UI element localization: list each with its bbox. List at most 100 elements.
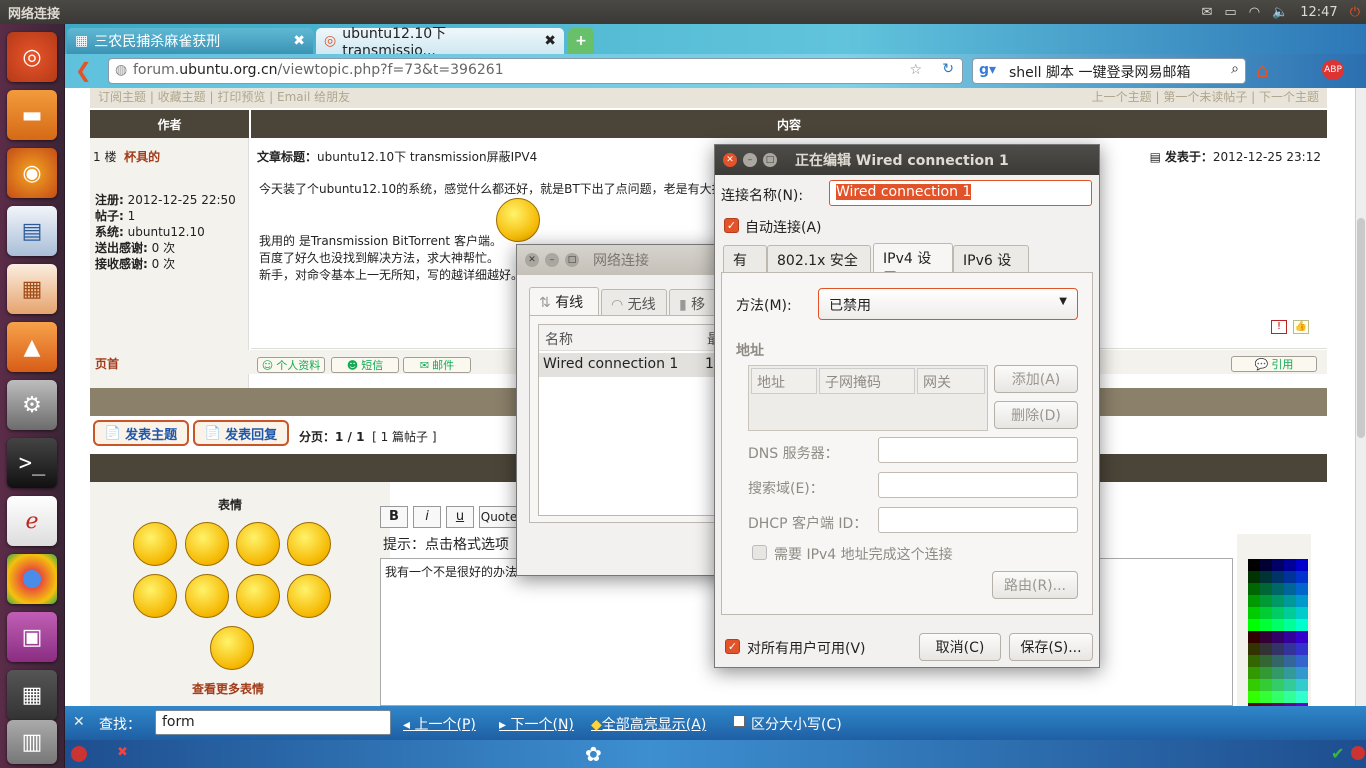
color-swatch[interactable] [1248, 583, 1260, 595]
color-swatch[interactable] [1284, 607, 1296, 619]
writer-icon[interactable]: ▤ [7, 206, 57, 256]
dhcp-client-id-field[interactable] [878, 507, 1078, 533]
color-swatch[interactable] [1296, 607, 1308, 619]
minimize-icon[interactable]: – [743, 153, 757, 167]
color-swatch[interactable] [1296, 571, 1308, 583]
color-swatch[interactable] [1272, 643, 1284, 655]
color-swatch[interactable] [1296, 655, 1308, 667]
color-swatch[interactable] [1248, 619, 1260, 631]
color-swatch[interactable] [1260, 607, 1272, 619]
color-swatch[interactable] [1284, 679, 1296, 691]
find-next-button[interactable]: ▸ 下一个(N) [499, 714, 574, 734]
color-swatch[interactable] [1248, 691, 1260, 703]
color-swatch[interactable] [1284, 631, 1296, 643]
workspace-switcher-icon[interactable]: ▦ [7, 670, 57, 720]
find-previous-button[interactable]: ◂ 上一个(P) [403, 714, 476, 734]
color-swatch[interactable] [1248, 559, 1260, 571]
color-swatch[interactable] [1248, 643, 1260, 655]
url-bar[interactable]: ◍ forum.ubuntu.org.cn/viewtopic.php?f=73… [108, 58, 963, 84]
author-name[interactable]: 杯具的 [124, 150, 160, 164]
delete-address-button[interactable]: 删除(D) [994, 401, 1078, 429]
color-swatch[interactable] [1248, 631, 1260, 643]
connection-list[interactable]: 名称最 Wired connection 11 [538, 324, 735, 516]
sweat-emoticon-icon[interactable] [185, 574, 229, 618]
color-swatch[interactable] [1272, 559, 1284, 571]
color-swatch[interactable] [1296, 583, 1308, 595]
color-swatch[interactable] [1272, 679, 1284, 691]
color-swatch[interactable] [1296, 631, 1308, 643]
thanks-icon[interactable]: 👍 [1293, 320, 1309, 334]
color-palette[interactable] [1248, 559, 1308, 715]
maximize-icon[interactable]: □ [565, 253, 579, 267]
trash-icon[interactable]: ▥ [7, 720, 57, 764]
search-icon[interactable]: ⌕ [1231, 61, 1239, 77]
chuckle-emoticon-icon[interactable] [287, 574, 331, 618]
color-swatch[interactable] [1260, 691, 1272, 703]
minimize-icon[interactable]: – [545, 253, 559, 267]
color-swatch[interactable] [1272, 691, 1284, 703]
search-domains-field[interactable] [878, 472, 1078, 498]
close-icon[interactable]: ✖ [293, 33, 305, 49]
color-swatch[interactable] [1284, 583, 1296, 595]
email-button[interactable]: ✉ 邮件 [403, 357, 471, 373]
color-swatch[interactable] [1284, 655, 1296, 667]
color-swatch[interactable] [1296, 559, 1308, 571]
color-swatch[interactable] [1296, 691, 1308, 703]
post-reply-button[interactable]: 📄 发表回复 [193, 420, 289, 446]
italic-button[interactable]: i [413, 506, 441, 528]
tab-8021x-security[interactable]: 802.1x 安全性 [767, 245, 871, 289]
connection-name-field[interactable]: Wired connection 1 [829, 180, 1092, 206]
match-case-checkbox[interactable] [733, 715, 745, 727]
pm-button[interactable]: ☻ 短信 [331, 357, 399, 373]
grin-emoticon-icon[interactable] [236, 574, 280, 618]
color-swatch[interactable] [1296, 595, 1308, 607]
close-icon[interactable]: ✕ [73, 714, 85, 730]
wink-tongue-emoticon-icon[interactable] [185, 522, 229, 566]
home-icon[interactable]: ⌂ [1256, 58, 1269, 82]
save-button[interactable]: 保存(S)... [1009, 633, 1093, 661]
maximize-icon[interactable]: □ [763, 153, 777, 167]
tab-wired-settings[interactable]: 有线 [723, 245, 767, 289]
software-center-icon[interactable]: ▲ [7, 322, 57, 372]
remote-desktop-icon[interactable]: ▣ [7, 612, 57, 662]
clock[interactable]: 12:47 [1300, 5, 1337, 20]
underline-button[interactable]: u [446, 506, 474, 528]
highlight-all-button[interactable]: ◆全部高亮显示(A) [591, 714, 706, 734]
reload-icon[interactable]: ↻ [942, 61, 954, 77]
profile-button[interactable]: ☺ 个人资料 [257, 357, 325, 373]
color-swatch[interactable] [1284, 643, 1296, 655]
new-topic-button[interactable]: 📄 发表主题 [93, 420, 189, 446]
color-swatch[interactable] [1260, 571, 1272, 583]
back-to-top-link[interactable]: 页首 [95, 355, 119, 372]
report-icon[interactable]: ! [1271, 320, 1287, 334]
all-users-label[interactable]: 对所有用户可用(V) [747, 638, 866, 658]
color-swatch[interactable] [1284, 619, 1296, 631]
close-icon[interactable]: ✕ [723, 153, 737, 167]
ubuntu-logo-icon[interactable]: ◎ [7, 32, 57, 82]
mail-icon[interactable]: ✉ [1202, 5, 1213, 20]
color-swatch[interactable] [1248, 571, 1260, 583]
smile-emoticon-icon[interactable] [133, 522, 177, 566]
color-swatch[interactable] [1248, 655, 1260, 667]
add-address-button[interactable]: 添加(A) [994, 365, 1078, 393]
auto-connect-checkbox[interactable]: ✓ [724, 218, 739, 233]
color-swatch[interactable] [1272, 571, 1284, 583]
new-tab-button[interactable]: + [568, 28, 594, 54]
color-swatch[interactable] [1260, 559, 1272, 571]
color-swatch[interactable] [1260, 667, 1272, 679]
tab-sparrow-news[interactable]: ▦ 三农民捕杀麻雀获刑 ✖ [67, 28, 313, 54]
find-input[interactable]: form [155, 710, 391, 735]
color-swatch[interactable] [1284, 595, 1296, 607]
auto-connect-label[interactable]: 自动连接(A) [745, 217, 822, 237]
pdf-viewer-icon[interactable]: ℯ [7, 496, 57, 546]
dns-servers-field[interactable] [878, 437, 1078, 463]
close-icon[interactable]: ✖ [544, 33, 556, 49]
bookmark-star-icon[interactable]: ☆ [909, 62, 922, 78]
battery-icon[interactable]: ▭ [1224, 5, 1236, 20]
page-scrollbar[interactable] [1355, 88, 1366, 706]
shy-emoticon-icon[interactable] [236, 522, 280, 566]
method-dropdown[interactable]: 已禁用 ▼ [818, 288, 1078, 320]
color-swatch[interactable] [1260, 643, 1272, 655]
adblock-icon[interactable]: ABP [1322, 60, 1344, 80]
tab-ipv6-settings[interactable]: IPv6 设置 [953, 245, 1029, 289]
